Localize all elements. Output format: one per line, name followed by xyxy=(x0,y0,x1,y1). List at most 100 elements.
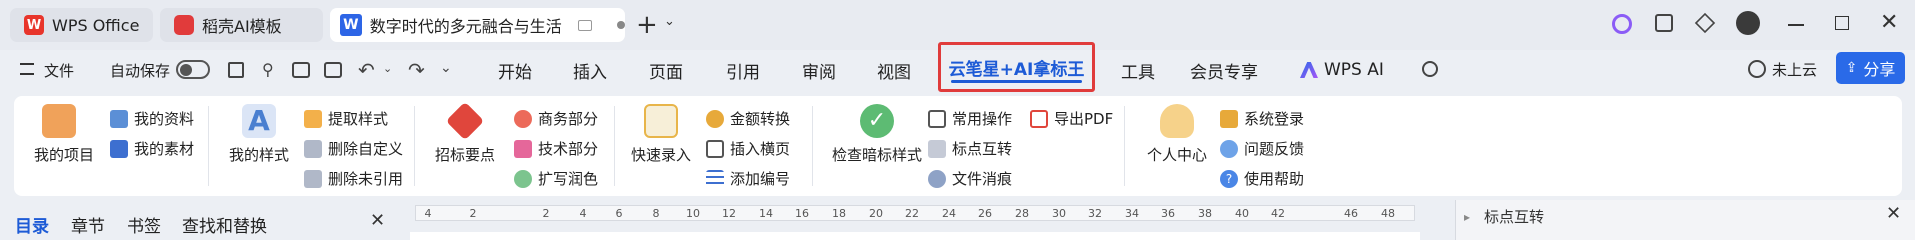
tab-document[interactable]: W 数字时代的多元融合与生活 xyxy=(330,8,626,42)
ruler-tick: 8 xyxy=(652,207,660,220)
chevron-down-icon[interactable]: ⌄ xyxy=(664,14,675,29)
tab-bookmark[interactable]: 书签 xyxy=(127,212,161,237)
right-pane-title: 标点互转 xyxy=(1484,208,1545,226)
tab-label: WPS Office xyxy=(52,15,140,35)
tab-daoke[interactable]: 稻壳AI模板 xyxy=(160,8,323,42)
menu-member[interactable]: 会员专享 xyxy=(1190,50,1258,90)
tech-part-button[interactable]: 技术部分 xyxy=(514,138,598,159)
personal-center-button[interactable]: 个人中心 xyxy=(1144,104,1210,165)
my-data-button[interactable]: 我的资料 xyxy=(110,108,194,129)
extract-style-button[interactable]: 提取样式 xyxy=(304,108,388,129)
my-material-button[interactable]: 我的素材 xyxy=(110,138,194,159)
add-number-button[interactable]: 添加编号 xyxy=(706,168,790,189)
ruler-tick: 30 xyxy=(1052,207,1066,220)
chat-icon xyxy=(1220,139,1238,158)
minimize-icon[interactable] xyxy=(1788,24,1804,26)
money-bag-icon xyxy=(706,109,724,128)
feedback-button[interactable]: 问题反馈 xyxy=(1220,138,1304,159)
pdf-icon xyxy=(1030,109,1048,128)
horizontal-ruler[interactable]: 4 2 2 4 6 8 10 12 14 16 18 20 22 24 26 2… xyxy=(415,205,1415,221)
tab-chapter[interactable]: 章节 xyxy=(71,212,105,237)
undo-icon[interactable]: ↶ xyxy=(358,58,375,82)
ruler-tick: 14 xyxy=(759,207,773,220)
redo-icon[interactable]: ↷ xyxy=(408,58,425,82)
window-icon[interactable] xyxy=(578,19,593,31)
tab-find-replace[interactable]: 查找和替换 xyxy=(182,212,267,237)
quick-input-button[interactable]: 快速录入 xyxy=(628,104,694,165)
menu-wps-ai[interactable]: WPS AI xyxy=(1324,50,1384,90)
share-button[interactable]: ⇪ 分享 xyxy=(1836,52,1905,84)
punct-convert-button[interactable]: 标点互转 xyxy=(928,138,1012,159)
add-number-label: 添加编号 xyxy=(730,170,791,188)
business-part-button[interactable]: 商务部分 xyxy=(514,108,598,129)
my-data-label: 我的资料 xyxy=(134,110,195,128)
ruler-tick: 46 xyxy=(1344,207,1358,220)
polish-icon xyxy=(514,169,532,188)
pane-collapse-icon[interactable]: ▸ xyxy=(1464,210,1470,224)
ruler-tick: 18 xyxy=(832,207,846,220)
more-dropdown-icon[interactable]: ⌄ xyxy=(440,60,452,76)
undo-dropdown-icon[interactable]: ⌄ xyxy=(383,62,392,75)
tab-wps-office[interactable]: W WPS Office xyxy=(10,8,153,42)
menu-file[interactable]: 文件 xyxy=(44,50,74,90)
menu-tools[interactable]: 工具 xyxy=(1121,50,1155,90)
help-label: 使用帮助 xyxy=(1244,170,1305,188)
autosave-toggle[interactable] xyxy=(176,60,210,79)
restore-icon[interactable] xyxy=(1835,16,1849,30)
bid-points-button[interactable]: 招标要点 xyxy=(432,101,498,165)
save-icon[interactable] xyxy=(228,62,244,78)
delete-unused-button[interactable]: 删除未引用 xyxy=(304,168,403,189)
menu-view[interactable]: 视图 xyxy=(877,50,911,90)
system-login-button[interactable]: 系统登录 xyxy=(1220,108,1304,129)
trash-icon xyxy=(304,169,322,188)
ruler-tick: 34 xyxy=(1125,207,1139,220)
window-layout-icon[interactable] xyxy=(1655,14,1673,32)
project-folder-icon xyxy=(42,104,76,138)
menu-review[interactable]: 审阅 xyxy=(802,50,836,90)
menu-insert[interactable]: 插入 xyxy=(573,50,607,90)
check-mark-button[interactable]: ✓ 检查暗标样式 xyxy=(822,104,932,165)
tab-toc[interactable]: 目录 xyxy=(15,212,49,237)
check-mark-label: 检查暗标样式 xyxy=(831,146,922,164)
cloud-label: 未上云 xyxy=(1772,60,1818,79)
ai-avatar-icon[interactable] xyxy=(1612,14,1632,34)
document-page[interactable] xyxy=(410,232,1420,240)
brush-icon xyxy=(304,109,322,128)
ruler-tick: 48 xyxy=(1381,207,1395,220)
common-ops-label: 常用操作 xyxy=(952,110,1013,128)
menu-start[interactable]: 开始 xyxy=(498,50,532,90)
amount-convert-button[interactable]: 金额转换 xyxy=(706,108,790,129)
expand-polish-button[interactable]: 扩写润色 xyxy=(514,168,598,189)
wps-ai-icon[interactable] xyxy=(1300,62,1318,78)
unsaved-dot-icon[interactable] xyxy=(617,21,626,29)
close-icon[interactable]: ✕ xyxy=(1880,10,1898,35)
delete-custom-button[interactable]: 删除自定义 xyxy=(304,138,403,159)
my-style-button[interactable]: A 我的样式 xyxy=(228,104,290,165)
close-icon[interactable]: ✕ xyxy=(1886,203,1901,224)
cube-icon[interactable] xyxy=(1694,12,1716,34)
cloud-button[interactable]: 未上云 xyxy=(1748,54,1817,84)
menu-reference[interactable]: 引用 xyxy=(726,50,760,90)
ruler-tick: 4 xyxy=(424,207,432,220)
export-pdf-button[interactable]: 导出PDF xyxy=(1030,108,1113,129)
ruler-tick: 4 xyxy=(579,207,587,220)
help-button[interactable]: ? 使用帮助 xyxy=(1220,168,1304,189)
print-icon[interactable] xyxy=(292,62,310,78)
close-icon[interactable]: ✕ xyxy=(370,210,385,231)
menu-page[interactable]: 页面 xyxy=(649,50,683,90)
insert-banner-button[interactable]: 插入横页 xyxy=(706,138,790,159)
menu-bidding-active[interactable]: 云笔星+AI拿标王 xyxy=(938,42,1095,92)
material-icon xyxy=(110,139,128,158)
hamburger-icon[interactable] xyxy=(20,63,34,75)
avatar[interactable] xyxy=(1736,11,1760,35)
my-project-button[interactable]: 我的项目 xyxy=(34,104,94,165)
new-tab-icon[interactable]: + xyxy=(636,10,658,40)
ruler-tick: 40 xyxy=(1235,207,1249,220)
link-icon[interactable]: ⚲ xyxy=(262,60,274,79)
file-clear-button[interactable]: 文件消痕 xyxy=(928,168,1012,189)
tech-part-label: 技术部分 xyxy=(538,140,599,158)
common-ops-button[interactable]: 常用操作 xyxy=(928,108,1012,129)
amount-convert-label: 金额转换 xyxy=(730,110,791,128)
print-preview-icon[interactable] xyxy=(324,62,342,78)
search-icon[interactable] xyxy=(1422,61,1438,77)
